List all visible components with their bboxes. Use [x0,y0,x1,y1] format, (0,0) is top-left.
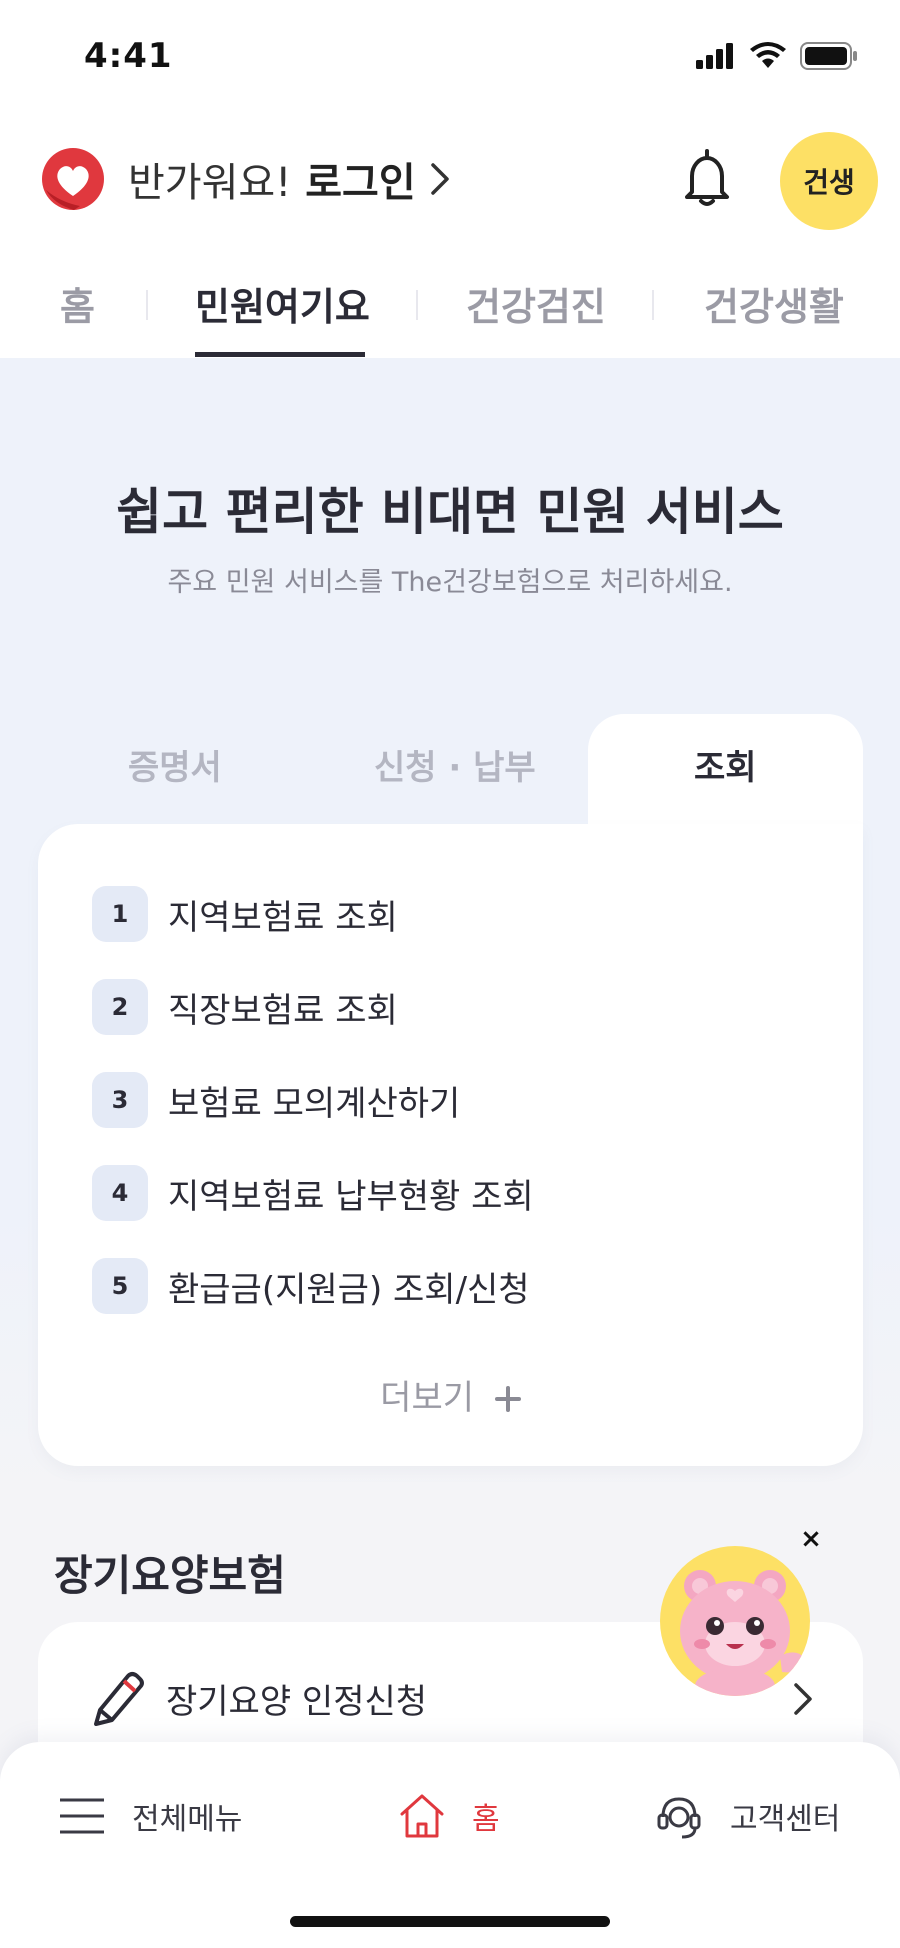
home-icon [400,1794,444,1838]
app-header: 반가워요! 로그인 건생 [0,112,900,246]
bear-mascot-icon [680,1570,808,1696]
nav-home-label: 홈 [472,1802,500,1837]
item-label: 지역보험료 납부현황 조회 [168,1176,534,1217]
login-label: 로그인 [305,160,416,206]
item-label: 직장보험료 조회 [168,990,398,1031]
mascot-close-button[interactable]: × [798,1526,824,1552]
nav-all-menu[interactable]: 전체메뉴 [58,1786,242,1846]
status-time: 4:41 [84,36,173,76]
item-label: 지역보험료 조회 [168,897,398,938]
cellular-signal-icon [696,43,733,69]
subtab-inquiry[interactable]: 조회 [694,740,757,789]
long-term-care-title: 장기요양보험 [54,1551,286,1600]
item-number-badge: 3 [92,1072,148,1128]
list-item[interactable]: 3 보험료 모의계산하기 [92,1072,460,1128]
hero-subtitle: 주요 민원 서비스를 The건강보험으로 처리하세요. [167,567,733,598]
greeting-text: 반가워요! [128,160,292,206]
tab-divider [652,290,654,320]
battery-icon [800,42,857,70]
subtab-apply-pay[interactable]: 신청 · 납부 [374,740,536,789]
nav-home[interactable]: 홈 [398,1786,500,1846]
nav-all-menu-label: 전체메뉴 [132,1802,243,1837]
tab-divider [146,290,148,320]
bell-icon[interactable] [680,148,734,208]
item-label: 보험료 모의계산하기 [168,1083,461,1124]
status-icons [696,42,858,70]
home-indicator [290,1916,610,1927]
item-number-badge: 2 [92,979,148,1035]
nav-customer-center[interactable]: 고객센터 [654,1786,840,1846]
list-item[interactable]: 1 지역보험료 조회 [92,886,398,942]
plus-icon [494,1386,521,1412]
main-tabs: 홈 민원여기요 건강검진 건강생활 [0,246,900,358]
hero-title: 쉽고 편리한 비대면 민원 서비스 [116,483,784,541]
more-label: 더보기 [380,1378,475,1418]
item-label: 환급금(지원금) 조회/신청 [168,1269,530,1310]
app-screen: 4:41 반가워요! 로그인 건생 홈 민원여기요 건강검진 건강생활 쉽고 편… [0,0,900,1948]
tab-divider [416,290,418,320]
wifi-icon [750,42,786,68]
chevron-right-icon [430,163,449,195]
subtab-certificates[interactable]: 증명서 [128,740,222,789]
list-item[interactable]: 4 지역보험료 납부현황 조회 [92,1165,534,1221]
item-number-badge: 4 [92,1165,148,1221]
list-item[interactable]: 2 직장보험료 조회 [92,979,398,1035]
pencil-icon [94,1672,144,1726]
headset-support-icon [657,1797,701,1839]
list-item[interactable]: 5 환급금(지원금) 조회/신청 [92,1258,530,1314]
hamburger-menu-icon [60,1798,104,1834]
mascot-chatbot-button[interactable] [660,1546,810,1696]
tab-home[interactable]: 홈 [60,276,95,331]
health-life-badge[interactable]: 건생 [780,132,878,230]
tab-civil-service[interactable]: 민원여기요 [195,276,370,331]
care-item-label: 장기요양 인정신청 [166,1682,428,1722]
login-link[interactable]: 반가워요! 로그인 [128,150,450,208]
chevron-right-icon [794,1683,812,1715]
item-number-badge: 1 [92,886,148,942]
tab-health-checkup[interactable]: 건강검진 [466,276,606,331]
tab-healthy-living[interactable]: 건강생활 [704,276,844,331]
status-bar: 4:41 [0,0,900,112]
active-tab-indicator [195,352,365,357]
inquiry-card: 1 지역보험료 조회 2 직장보험료 조회 3 보험료 모의계산하기 4 지역보… [38,824,863,1466]
heart-logo-icon [42,148,104,210]
more-button[interactable]: 더보기 [38,1370,863,1419]
nav-customer-center-label: 고객센터 [730,1802,841,1837]
item-number-badge: 5 [92,1258,148,1314]
